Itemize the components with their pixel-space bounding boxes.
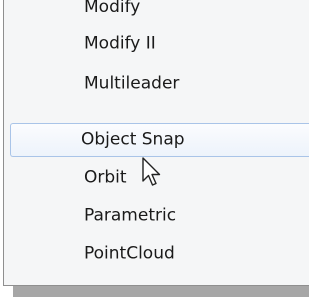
menu-item-parametric[interactable]: Parametric xyxy=(4,199,309,233)
screenshot-stage: Modify Modify II Multileader Object Snap… xyxy=(0,0,309,305)
menu-item-label: PointCloud xyxy=(84,243,175,264)
menu-item-label: Parametric xyxy=(84,205,177,226)
menu-item-modify-ii[interactable]: Modify II xyxy=(4,27,309,61)
menu-item-label: Orbit xyxy=(84,167,127,188)
menu-item-label: Modify xyxy=(84,0,141,17)
menu-item-label: Modify II xyxy=(84,33,156,54)
menu-item-multileader[interactable]: Multileader xyxy=(4,67,309,101)
menu-item-label: Multileader xyxy=(84,73,180,94)
menu-item-modify[interactable]: Modify xyxy=(4,0,309,20)
menu-item-label: Object Snap xyxy=(81,129,185,150)
menu-item-pointcloud[interactable]: PointCloud xyxy=(4,237,309,271)
menu-item-orbit[interactable]: Orbit xyxy=(4,161,309,195)
toolbars-menu: Modify Modify II Multileader Object Snap… xyxy=(3,0,309,286)
menu-item-object-snap[interactable]: Object Snap xyxy=(10,123,309,157)
